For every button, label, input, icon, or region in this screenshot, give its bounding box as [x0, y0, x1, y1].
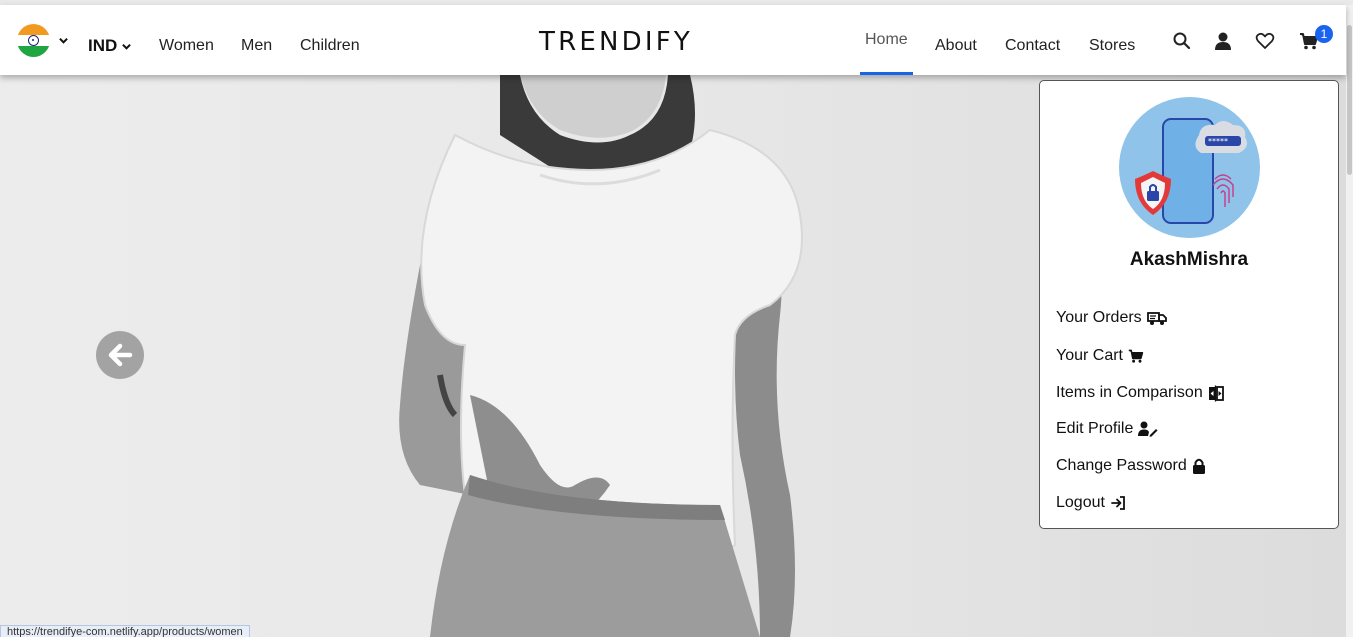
- menu-your-orders[interactable]: Your Orders: [1056, 309, 1167, 327]
- menu-edit-profile[interactable]: Edit Profile: [1056, 420, 1158, 438]
- menu-item-label: Edit Profile: [1056, 420, 1134, 437]
- india-flag-icon: [17, 24, 50, 57]
- menu-logout[interactable]: Logout: [1056, 494, 1126, 512]
- arrow-left-icon: [108, 343, 133, 367]
- profile-username: AkashMishra: [1129, 249, 1249, 270]
- user-icon[interactable]: [1213, 31, 1233, 51]
- country-dropdown[interactable]: IND: [88, 36, 132, 56]
- menu-item-label: Your Orders: [1056, 309, 1142, 326]
- region-selector[interactable]: [17, 24, 68, 57]
- nav-stores[interactable]: Stores: [1089, 37, 1135, 55]
- logout-icon: [1111, 496, 1125, 510]
- page-scrollbar[interactable]: [1346, 5, 1353, 637]
- menu-item-label: Logout: [1056, 494, 1105, 511]
- nav-about[interactable]: About: [935, 37, 977, 55]
- scrollbar-thumb[interactable]: [1347, 25, 1352, 175]
- carousel-prev-button[interactable]: [96, 331, 144, 379]
- menu-your-cart[interactable]: Your Cart: [1056, 347, 1144, 365]
- menu-change-password[interactable]: Change Password: [1056, 457, 1206, 475]
- status-bar-url: https://trendifye-com.netlify.app/produc…: [0, 625, 250, 637]
- nav-home[interactable]: Home: [865, 31, 908, 49]
- avatar: *****: [1119, 97, 1260, 238]
- brand-logo[interactable]: TRENDIFY: [539, 27, 693, 57]
- menu-item-label: Your Cart: [1056, 347, 1123, 364]
- heart-icon[interactable]: [1255, 31, 1275, 51]
- search-icon[interactable]: [1172, 31, 1192, 51]
- profile-dropdown: ***** AkashMishra Your Orders Your Cart …: [1039, 80, 1339, 529]
- lock-icon: [1192, 458, 1205, 474]
- nav-children[interactable]: Children: [300, 37, 360, 55]
- nav-men[interactable]: Men: [241, 37, 272, 55]
- security-illustration: *****: [1135, 118, 1247, 224]
- menu-item-label: Change Password: [1056, 457, 1187, 474]
- nav-women[interactable]: Women: [159, 37, 214, 55]
- active-nav-indicator: [860, 72, 913, 75]
- top-navbar: IND Women Men Children TRENDIFY Home Abo…: [0, 5, 1346, 75]
- nav-contact[interactable]: Contact: [1005, 37, 1060, 55]
- chevron-down-icon: [59, 37, 68, 44]
- compare-icon: [1208, 385, 1224, 401]
- user-edit-icon: [1138, 421, 1158, 437]
- menu-item-label: Items in Comparison: [1056, 384, 1203, 401]
- country-code: IND: [88, 36, 118, 55]
- truck-icon: [1146, 312, 1167, 325]
- chevron-down-icon: [122, 43, 132, 50]
- cart-count-badge: 1: [1315, 25, 1333, 43]
- svg-text:*****: *****: [1208, 137, 1228, 146]
- menu-items-in-comparison[interactable]: Items in Comparison: [1056, 384, 1224, 402]
- cart-icon: [1128, 349, 1144, 363]
